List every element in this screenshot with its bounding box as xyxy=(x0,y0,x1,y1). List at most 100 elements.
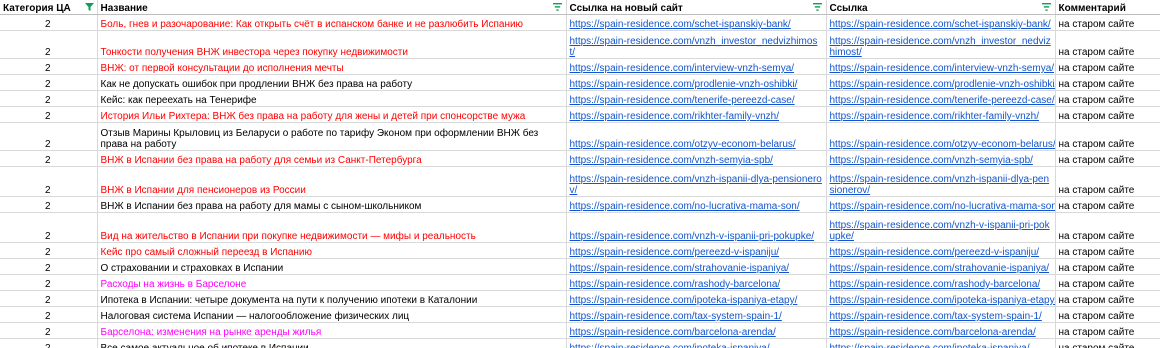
new-link-cell[interactable]: https://spain-residence.com/schet-ispans… xyxy=(566,14,827,31)
comment-cell[interactable]: на старом сайте xyxy=(1055,106,1160,123)
comment-cell[interactable]: на старом сайте xyxy=(1055,14,1160,31)
category-cell[interactable]: 2 xyxy=(0,122,98,151)
comment-cell[interactable]: на старом сайте xyxy=(1055,58,1160,75)
sort-lines-icon[interactable] xyxy=(1041,3,1051,11)
category-cell[interactable]: 2 xyxy=(0,338,98,348)
link-cell[interactable]: https://spain-residence.com/vnzh-ispanii… xyxy=(826,166,1056,197)
category-cell[interactable]: 2 xyxy=(0,196,98,213)
title-cell[interactable]: Тонкости получения ВНЖ инвестора через п… xyxy=(97,30,567,59)
filter-icon[interactable] xyxy=(84,3,94,11)
link-cell[interactable]: https://spain-residence.com/interview-vn… xyxy=(826,58,1056,75)
title-cell[interactable]: Ипотека в Испании: четыре документа на п… xyxy=(97,290,567,307)
category-cell[interactable]: 2 xyxy=(0,242,98,259)
title-cell[interactable]: Боль, гнев и разочарование: Как открыть … xyxy=(97,14,567,31)
column-header-title[interactable]: Название xyxy=(97,0,567,15)
title-cell[interactable]: Кейс: как переехать на Тенерифе xyxy=(97,90,567,107)
new-link-cell[interactable]: https://spain-residence.com/vnzh-ispanii… xyxy=(566,166,827,197)
title-cell[interactable]: ВНЖ в Испании для пенсионеров из России xyxy=(97,166,567,197)
category-cell[interactable]: 2 xyxy=(0,166,98,197)
link-cell[interactable]: https://spain-residence.com/strahovanie-… xyxy=(826,258,1056,275)
title-cell[interactable]: История Ильи Рихтера: ВНЖ без права на р… xyxy=(97,106,567,123)
category-cell[interactable]: 2 xyxy=(0,150,98,167)
category-cell[interactable]: 2 xyxy=(0,212,98,243)
new-link-cell[interactable]: https://spain-residence.com/vnzh-v-ispan… xyxy=(566,212,827,243)
comment-cell[interactable]: на старом сайте xyxy=(1055,196,1160,213)
comment-cell[interactable]: на старом сайте xyxy=(1055,322,1160,339)
link-cell[interactable]: https://spain-residence.com/barcelona-ar… xyxy=(826,322,1056,339)
category-cell[interactable]: 2 xyxy=(0,290,98,307)
link-cell[interactable]: https://spain-residence.com/no-lucrativa… xyxy=(826,196,1056,213)
comment-cell[interactable]: на старом сайте xyxy=(1055,30,1160,59)
title-cell[interactable]: Вид на жительство в Испании при покупке … xyxy=(97,212,567,243)
column-header-category[interactable]: Категория ЦА xyxy=(0,0,98,15)
comment-cell[interactable]: на старом сайте xyxy=(1055,306,1160,323)
category-cell[interactable]: 2 xyxy=(0,14,98,31)
new-link-cell[interactable]: https://spain-residence.com/prodlenie-vn… xyxy=(566,74,827,91)
new-link-cell[interactable]: https://spain-residence.com/vnzh_investo… xyxy=(566,30,827,59)
title-cell[interactable]: О страховании и страховках в Испании xyxy=(97,258,567,275)
link-cell[interactable]: https://spain-residence.com/vnzh-v-ispan… xyxy=(826,212,1056,243)
new-link-cell[interactable]: https://spain-residence.com/otzyv-econom… xyxy=(566,122,827,151)
comment-cell[interactable]: на старом сайте xyxy=(1055,212,1160,243)
link-cell[interactable]: https://spain-residence.com/ipoteka-ispa… xyxy=(826,338,1056,348)
title-cell[interactable]: ВНЖ в Испании без права на работу для се… xyxy=(97,150,567,167)
category-cell[interactable]: 2 xyxy=(0,274,98,291)
link-cell[interactable]: https://spain-residence.com/rashody-barc… xyxy=(826,274,1056,291)
category-cell[interactable]: 2 xyxy=(0,90,98,107)
new-link-cell[interactable]: https://spain-residence.com/strahovanie-… xyxy=(566,258,827,275)
comment-cell[interactable]: на старом сайте xyxy=(1055,290,1160,307)
link-cell[interactable]: https://spain-residence.com/tax-system-s… xyxy=(826,306,1056,323)
title-cell[interactable]: Расходы на жизнь в Барселоне xyxy=(97,274,567,291)
comment-cell[interactable]: на старом сайте xyxy=(1055,74,1160,91)
table-row: 2 Вид на жительство в Испании при покупке… xyxy=(0,212,1160,243)
new-link-cell[interactable]: https://spain-residence.com/rashody-barc… xyxy=(566,274,827,291)
category-cell[interactable]: 2 xyxy=(0,258,98,275)
comment-cell[interactable]: на старом сайте xyxy=(1055,258,1160,275)
new-link-cell[interactable]: https://spain-residence.com/tenerife-per… xyxy=(566,90,827,107)
category-cell[interactable]: 2 xyxy=(0,30,98,59)
comment-cell[interactable]: на старом сайте xyxy=(1055,122,1160,151)
link-cell[interactable]: https://spain-residence.com/pereezd-v-is… xyxy=(826,242,1056,259)
comment-cell[interactable]: на старом сайте xyxy=(1055,150,1160,167)
title-cell[interactable]: Кейс про самый сложный переезд в Испанию xyxy=(97,242,567,259)
sort-lines-icon[interactable] xyxy=(552,3,562,11)
link-cell[interactable]: https://spain-residence.com/prodlenie-vn… xyxy=(826,74,1056,91)
column-header-comment[interactable]: Комментарий xyxy=(1055,0,1160,15)
comment-cell[interactable]: на старом сайте xyxy=(1055,338,1160,348)
new-link-cell[interactable]: https://spain-residence.com/rikhter-fami… xyxy=(566,106,827,123)
category-cell[interactable]: 2 xyxy=(0,306,98,323)
column-header-new-link[interactable]: Ссылка на новый сайт xyxy=(566,0,827,15)
category-cell[interactable]: 2 xyxy=(0,322,98,339)
category-cell[interactable]: 2 xyxy=(0,58,98,75)
new-link-cell[interactable]: https://spain-residence.com/ipoteka-ispa… xyxy=(566,290,827,307)
new-link-cell[interactable]: https://spain-residence.com/ipoteka-ispa… xyxy=(566,338,827,348)
link-cell[interactable]: https://spain-residence.com/ipoteka-ispa… xyxy=(826,290,1056,307)
title-cell[interactable]: ВНЖ в Испании без права на работу для ма… xyxy=(97,196,567,213)
new-link-cell[interactable]: https://spain-residence.com/no-lucrativa… xyxy=(566,196,827,213)
new-link-cell[interactable]: https://spain-residence.com/interview-vn… xyxy=(566,58,827,75)
category-cell[interactable]: 2 xyxy=(0,106,98,123)
link-cell[interactable]: https://spain-residence.com/rikhter-fami… xyxy=(826,106,1056,123)
title-cell[interactable]: Отзыв Марины Крыловиц из Беларуси о рабо… xyxy=(97,122,567,151)
link-cell[interactable]: https://spain-residence.com/vnzh-semyia-… xyxy=(826,150,1056,167)
title-cell[interactable]: ВНЖ: от первой консультации до исполнени… xyxy=(97,58,567,75)
link-cell[interactable]: https://spain-residence.com/otzyv-econom… xyxy=(826,122,1056,151)
new-link-cell[interactable]: https://spain-residence.com/vnzh-semyia-… xyxy=(566,150,827,167)
title-cell[interactable]: Налоговая система Испании — налогообложе… xyxy=(97,306,567,323)
title-cell[interactable]: Барселона: изменения на рынке аренды жил… xyxy=(97,322,567,339)
link-cell[interactable]: https://spain-residence.com/vnzh_investo… xyxy=(826,30,1056,59)
new-link-cell[interactable]: https://spain-residence.com/tax-system-s… xyxy=(566,306,827,323)
comment-cell[interactable]: на старом сайте xyxy=(1055,166,1160,197)
comment-cell[interactable]: на старом сайте xyxy=(1055,274,1160,291)
title-cell[interactable]: Все самое актуальное об ипотеке в Испани… xyxy=(97,338,567,348)
link-cell[interactable]: https://spain-residence.com/schet-ispans… xyxy=(826,14,1056,31)
sort-lines-icon[interactable] xyxy=(812,3,822,11)
comment-cell[interactable]: на старом сайте xyxy=(1055,242,1160,259)
comment-cell[interactable]: на старом сайте xyxy=(1055,90,1160,107)
link-cell[interactable]: https://spain-residence.com/tenerife-per… xyxy=(826,90,1056,107)
category-cell[interactable]: 2 xyxy=(0,74,98,91)
new-link-cell[interactable]: https://spain-residence.com/barcelona-ar… xyxy=(566,322,827,339)
new-link-cell[interactable]: https://spain-residence.com/pereezd-v-is… xyxy=(566,242,827,259)
title-cell[interactable]: Как не допускать ошибок при продлении ВН… xyxy=(97,74,567,91)
column-header-link[interactable]: Ссылка xyxy=(826,0,1056,15)
